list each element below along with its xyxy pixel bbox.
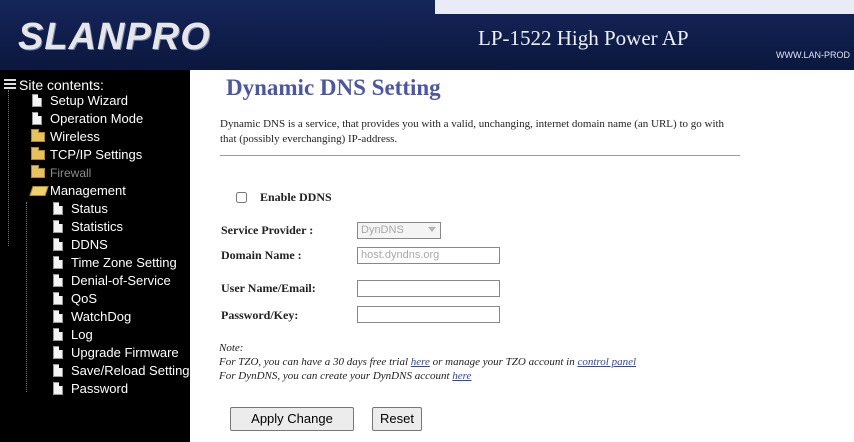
service-provider-value: DynDNS (361, 224, 404, 236)
page-icon (32, 94, 42, 107)
sidebar-item-label: Log (71, 327, 93, 342)
sidebar-item-label: Time Zone Setting (71, 255, 177, 270)
sidebar-item-label: QoS (71, 291, 98, 306)
sidebar-item-label: Management (50, 183, 126, 198)
sidebar-item-label: Password (71, 381, 129, 396)
site-url: WWW.LAN-PROD (776, 50, 850, 60)
enable-ddns-label: Enable DDNS (260, 190, 332, 204)
tree-line-management (26, 202, 27, 392)
brand-logo: SLANPRO (18, 16, 211, 59)
apply-change-button[interactable]: Apply Change (230, 407, 354, 431)
password-key-field[interactable] (357, 306, 500, 323)
service-provider-select[interactable]: DynDNS (357, 222, 441, 239)
site-contents-icon (4, 79, 16, 90)
reset-button[interactable]: Reset (372, 407, 422, 431)
note-dyndns-prefix: For DynDNS, you can create your DynDNS a… (219, 370, 450, 382)
dyndns-account-link[interactable]: here (452, 370, 471, 382)
page-icon (53, 292, 63, 305)
folder-icon (31, 129, 45, 142)
page-icon (53, 364, 63, 377)
username-email-field[interactable] (357, 280, 500, 297)
sidebar-item-label: Statistics (71, 219, 124, 234)
domain-name-field[interactable]: host.dyndns.org (357, 247, 500, 264)
folder-icon (31, 165, 45, 178)
sidebar-item-label: Firewall (50, 166, 92, 180)
tzo-control-panel-link[interactable]: control panel (577, 356, 636, 368)
divider (220, 155, 740, 156)
sidebar-tree: Site contents: Setup Wizard Operation Mo… (0, 70, 190, 442)
note-tzo-line: For TZO, you can have a 30 days free tri… (219, 355, 636, 369)
main-content: Dynamic DNS Setting Dynamic DNS is a ser… (190, 70, 854, 442)
enable-ddns-checkbox[interactable] (236, 192, 247, 203)
page-icon (32, 112, 42, 125)
page-icon (53, 346, 63, 359)
page-icon (53, 310, 63, 323)
tree-line-root (8, 90, 9, 246)
product-name: LP-1522 High Power AP (478, 26, 689, 50)
page-icon (53, 202, 63, 215)
username-email-label: User Name/Email: (221, 281, 316, 295)
header-tab-strip (435, 0, 854, 14)
page-icon (53, 274, 63, 287)
tzo-trial-link[interactable]: here (411, 356, 430, 368)
service-provider-label: Service Provider : (221, 223, 314, 237)
page-icon (53, 382, 63, 395)
page-icon (53, 256, 63, 269)
sidebar-item-label: DDNS (71, 237, 108, 252)
sidebar-item-label: Operation Mode (50, 111, 144, 126)
note-block: Note: For TZO, you can have a 30 days fr… (219, 341, 636, 383)
chevron-down-icon (428, 227, 436, 232)
page-icon (53, 238, 63, 251)
sidebar-item-label: Status (71, 201, 108, 216)
sidebar-item-label: TCP/IP Settings (50, 147, 143, 162)
note-tzo-prefix: For TZO, you can have a 30 days free tri… (219, 356, 409, 368)
page-icon (53, 220, 63, 233)
open-folder-icon (29, 186, 49, 196)
note-dyndns-line: For DynDNS, you can create your DynDNS a… (219, 369, 636, 383)
folder-icon (31, 147, 45, 160)
sidebar-item-label: Denial-of-Service (71, 273, 171, 288)
page-title: Dynamic DNS Setting (226, 75, 441, 100)
intro-text: Dynamic DNS is a service, that provides … (220, 118, 725, 145)
sidebar-item-label: Setup Wizard (50, 93, 129, 108)
sidebar-item-label: Wireless (50, 129, 100, 144)
password-key-label: Password/Key: (221, 308, 299, 322)
header-banner: SLANPRO LP-1522 High Power AP WWW.LAN-PR… (0, 0, 854, 70)
page-icon (53, 328, 63, 341)
note-heading: Note: (219, 342, 244, 354)
domain-name-label: Domain Name : (221, 248, 302, 262)
logo-text: LANPRO (44, 16, 211, 58)
sidebar-item-label: Upgrade Firmware (71, 345, 179, 360)
sidebar-item-label: WatchDog (71, 309, 132, 324)
sidebar-item-label: Save/Reload Setting (71, 363, 190, 378)
logo-s-glyph: S (18, 16, 45, 58)
note-tzo-middle: or manage your TZO account in (432, 356, 575, 368)
